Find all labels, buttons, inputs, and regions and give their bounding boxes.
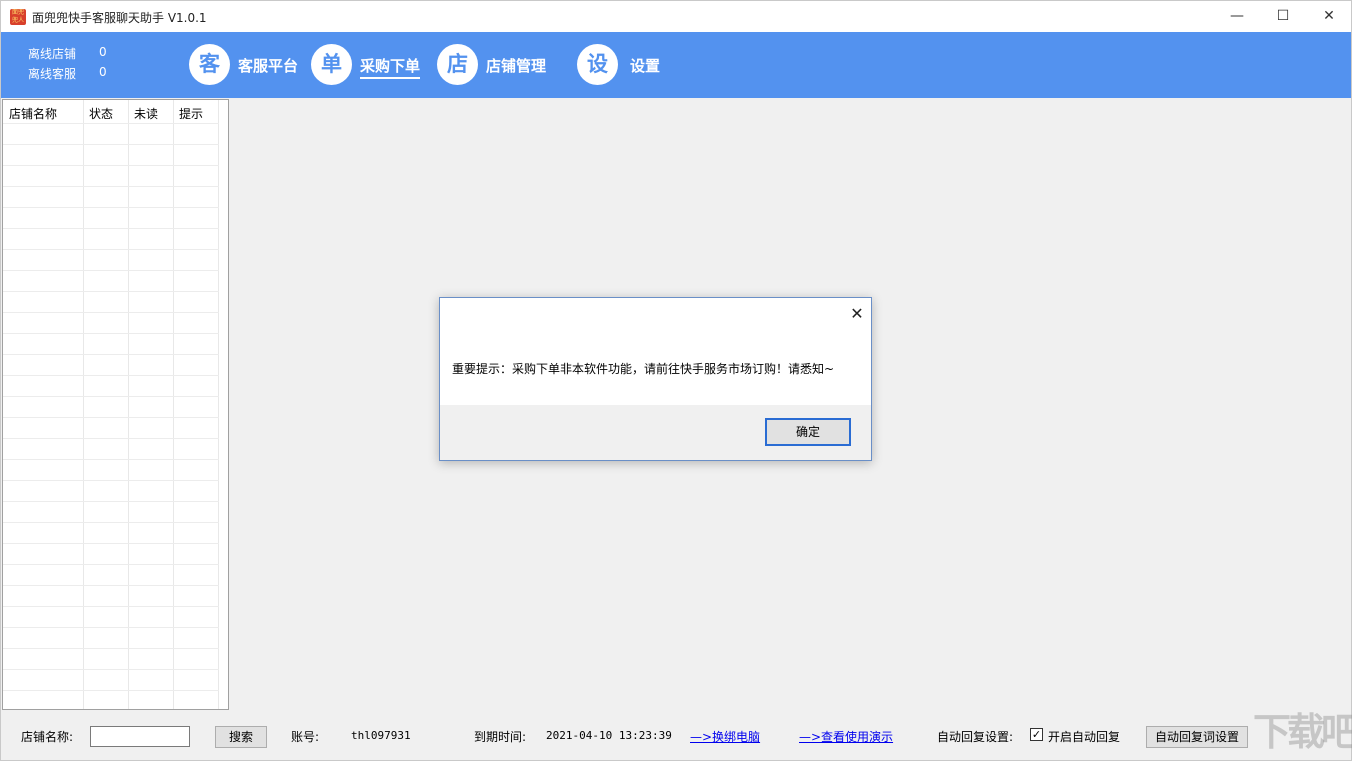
row-divider (3, 396, 219, 397)
nav-purchase-order[interactable]: 单 采购下单 (311, 44, 426, 86)
nav-shop-management-label: 店铺管理 (486, 57, 547, 75)
app-logo-icon: 面兜兜人 (10, 9, 26, 25)
nav-customer-service-label: 客服平台 (238, 57, 299, 75)
column-divider (128, 100, 129, 709)
column-divider (173, 100, 174, 709)
column-divider (218, 100, 219, 709)
row-divider (3, 123, 219, 124)
auto-reply-words-button[interactable]: 自动回复词设置 (1146, 726, 1248, 748)
offline-shops-count: 0 (99, 45, 107, 59)
account-label: 账号: (291, 730, 320, 744)
row-divider (3, 417, 219, 418)
expire-time-label: 到期时间: (474, 730, 527, 744)
main-toolbar: 离线店铺 0 离线客服 0 客 客服平台 单 采购下单 店 店铺管理 设 设置 (1, 32, 1351, 98)
dialog-close-button[interactable]: ✕ (845, 302, 869, 326)
row-divider (3, 480, 219, 481)
auto-reply-checkbox-label[interactable]: 开启自动回复 (1048, 728, 1120, 745)
app-window: 面兜兜人 面兜兜快手客服聊天助手 V1.0.1 — ☐ ✕ 离线店铺 0 离线客… (0, 0, 1352, 761)
nav-customer-service[interactable]: 客 客服平台 (189, 44, 304, 86)
customer-service-icon: 客 (189, 44, 230, 85)
shop-name-label: 店铺名称: (21, 730, 74, 744)
column-shop-name[interactable]: 店铺名称 (9, 105, 57, 122)
row-divider (3, 459, 219, 460)
notice-dialog: ✕ 重要提示：采购下单非本软件功能，请前往快手服务市场订购！请悉知~ 确定 (439, 297, 872, 461)
row-divider (3, 144, 219, 145)
shop-name-input[interactable] (90, 726, 190, 747)
title-bar: 面兜兜人 面兜兜快手客服聊天助手 V1.0.1 — ☐ ✕ (1, 1, 1351, 32)
settings-icon: 设 (577, 44, 618, 85)
shop-management-icon: 店 (437, 44, 478, 85)
rebind-computer-link[interactable]: —>换绑电脑 (690, 728, 760, 745)
search-button[interactable]: 搜索 (215, 726, 267, 748)
expire-time-value: 2021-04-10 13:23:39 (546, 729, 672, 742)
offline-agents-label: 离线客服 (28, 67, 77, 81)
shop-list-table[interactable]: 店铺名称 状态 未读 提示 (2, 99, 229, 710)
row-divider (3, 648, 219, 649)
row-divider (3, 270, 219, 271)
row-divider (3, 543, 219, 544)
dialog-message: 重要提示：采购下单非本软件功能，请前往快手服务市场订购！请悉知~ (452, 362, 835, 376)
auto-reply-checkbox[interactable]: ✓ (1030, 728, 1043, 741)
nav-settings-label: 设置 (630, 57, 661, 75)
offline-shops-label: 离线店铺 (28, 47, 77, 61)
row-divider (3, 333, 219, 334)
row-divider (3, 564, 219, 565)
row-divider (3, 627, 219, 628)
row-divider (3, 375, 219, 376)
offline-agents-count: 0 (99, 65, 107, 79)
row-divider (3, 669, 219, 670)
row-divider (3, 186, 219, 187)
shop-table-header: 店铺名称 状态 未读 提示 (3, 100, 219, 124)
row-divider (3, 312, 219, 313)
close-window-button[interactable]: ✕ (1306, 1, 1352, 32)
row-divider (3, 438, 219, 439)
row-divider (3, 690, 219, 691)
row-divider (3, 165, 219, 166)
minimize-button[interactable]: — (1214, 1, 1260, 32)
ok-button[interactable]: 确定 (765, 418, 851, 446)
account-value: thl097931 (351, 729, 411, 742)
column-hint[interactable]: 提示 (179, 105, 203, 122)
row-divider (3, 606, 219, 607)
purchase-order-icon: 单 (311, 44, 352, 85)
nav-settings[interactable]: 设 设置 (577, 44, 667, 86)
nav-purchase-order-label: 采购下单 (360, 55, 421, 79)
column-divider (83, 100, 84, 709)
column-status[interactable]: 状态 (89, 105, 113, 122)
dialog-button-area: 确定 (440, 405, 871, 460)
row-divider (3, 522, 219, 523)
row-divider (3, 249, 219, 250)
row-divider (3, 354, 219, 355)
maximize-button[interactable]: ☐ (1260, 1, 1306, 32)
row-divider (3, 207, 219, 208)
row-divider (3, 585, 219, 586)
row-divider (3, 501, 219, 502)
column-unread[interactable]: 未读 (134, 105, 158, 122)
watermark-logo: 下载吧 (1253, 710, 1352, 754)
auto-reply-settings-label: 自动回复设置: (937, 730, 1014, 744)
status-footer: 店铺名称: 搜索 账号: thl097931 到期时间: 2021-04-10 … (1, 717, 1351, 761)
row-divider (3, 228, 219, 229)
window-title: 面兜兜快手客服聊天助手 V1.0.1 (32, 11, 207, 25)
view-demo-link[interactable]: —>查看使用演示 (799, 728, 893, 745)
row-divider (3, 291, 219, 292)
nav-shop-management[interactable]: 店 店铺管理 (437, 44, 552, 86)
